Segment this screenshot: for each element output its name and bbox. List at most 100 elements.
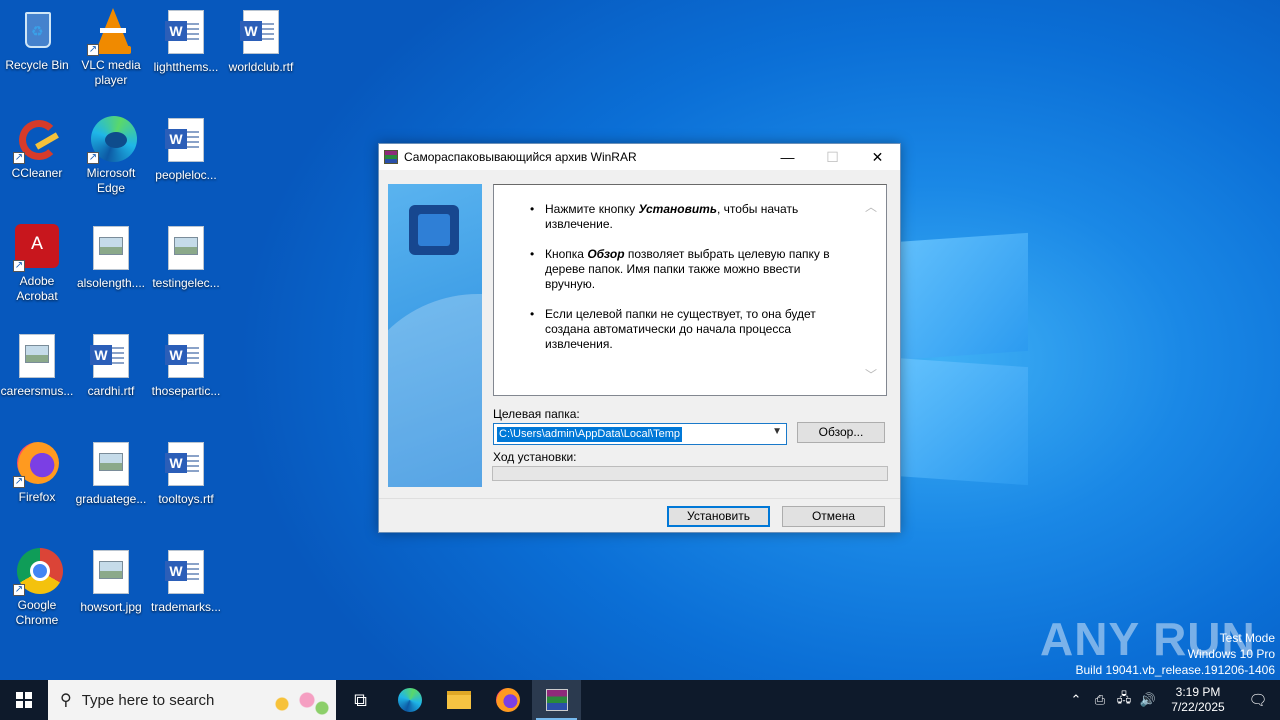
desktop-icon-thosepartic[interactable]: W thosepartic...	[149, 332, 223, 399]
scroll-down-icon[interactable]: ﹀	[865, 366, 877, 383]
taskbar-file-explorer[interactable]	[434, 680, 483, 720]
edge-icon	[397, 688, 422, 712]
ccleaner-icon: ↗	[13, 116, 61, 164]
clock-date: 7/22/2025	[1171, 700, 1225, 714]
desktop-icon-recycle-bin[interactable]: ♻ Recycle Bin	[0, 8, 74, 73]
shortcut-arrow-icon: ↗	[13, 260, 25, 272]
desktop-icon-cardhi[interactable]: W cardhi.rtf	[74, 332, 148, 399]
windows-wallpaper-logo-pane	[880, 232, 1028, 362]
desktop-icon-label: worldclub.rtf	[228, 60, 294, 74]
desktop-icon-tooltoys[interactable]: W tooltoys.rtf	[149, 440, 223, 507]
desktop-icon-label: thosepartic...	[151, 384, 221, 398]
instructions-panel[interactable]: Нажмите кнопку Установить, чтобы начать …	[493, 184, 887, 396]
clock[interactable]: 3:19 PM 7/22/2025	[1160, 685, 1236, 715]
shortcut-arrow-icon: ↗	[13, 584, 25, 596]
edge-icon: ↗	[87, 116, 137, 164]
firefox-icon: ↗	[13, 440, 61, 488]
image-file-icon	[87, 226, 135, 274]
acrobat-icon: ᴬ ↗	[13, 224, 61, 272]
shortcut-arrow-icon: ↗	[13, 152, 25, 164]
system-tray: ⌃ ⎙ 🖧 🔊 3:19 PM 7/22/2025 🗨	[1064, 680, 1280, 720]
target-folder-label: Целевая папка:	[493, 407, 580, 421]
desktop-icon-testingelec[interactable]: testingelec...	[149, 224, 223, 291]
task-view-icon: ⧉	[354, 689, 367, 710]
winrar-icon	[545, 689, 568, 711]
desktop-icon-alsolength[interactable]: alsolength....	[74, 224, 148, 291]
taskbar-search-box[interactable]: ⚲ Type here to search	[48, 680, 336, 720]
desktop-icon-label: Microsoft Edge	[86, 166, 136, 195]
install-button[interactable]: Установить	[667, 506, 770, 527]
word-document-icon: W	[162, 10, 210, 58]
target-folder-combobox[interactable]: C:\Users\admin\AppData\Local\Temp ▼	[493, 423, 787, 445]
desktop-icon-label: graduatege...	[75, 492, 147, 506]
desktop-icon-label: lightthems...	[153, 60, 219, 74]
desktop-icon-worldclub[interactable]: W worldclub.rtf	[224, 8, 298, 75]
shortcut-arrow-icon: ↗	[87, 44, 99, 56]
instruction-item: Если целевой папки не существует, то она…	[530, 307, 850, 352]
instruction-item: Нажмите кнопку Установить, чтобы начать …	[530, 202, 850, 232]
desktop-icon-label: peopleloc...	[155, 168, 217, 182]
start-button[interactable]	[0, 680, 48, 720]
watermark-line: Windows 10 Pro	[1187, 647, 1275, 661]
winrar-icon	[384, 150, 398, 164]
desktop-icon-google-chrome[interactable]: ↗ Google Chrome	[0, 548, 74, 628]
taskbar-firefox[interactable]	[483, 680, 532, 720]
browse-button[interactable]: Обзор...	[797, 422, 885, 443]
chrome-icon: ↗	[13, 548, 63, 596]
install-progress-bar	[492, 466, 888, 481]
image-file-icon	[13, 334, 61, 382]
word-document-icon: W	[237, 10, 285, 58]
volume-icon[interactable]: 🔊	[1136, 692, 1160, 708]
desktop-icon-adobe-acrobat[interactable]: ᴬ ↗ Adobe Acrobat	[0, 224, 74, 304]
desktop-icon-label: Adobe Acrobat	[16, 274, 58, 303]
windows-logo-icon	[16, 692, 32, 708]
desktop-icon-label: trademarks...	[150, 600, 222, 614]
instruction-item: Кнопка Обзор позволяет выбрать целевую п…	[530, 247, 850, 292]
close-button[interactable]: ✕	[855, 144, 900, 170]
vlc-icon: ↗	[87, 8, 135, 56]
target-folder-value[interactable]: C:\Users\admin\AppData\Local\Temp	[496, 426, 683, 443]
desktop-icon-vlc[interactable]: ↗ VLC media player	[74, 8, 148, 88]
image-file-icon	[87, 442, 135, 490]
watermark-line: Build 19041.vb_release.191206-1406	[1075, 663, 1276, 677]
desktop-icon-trademarks[interactable]: W trademarks...	[149, 548, 223, 615]
taskbar: ⚲ Type here to search ⧉ ⌃ ⎙ 🖧 🔊 3:19 PM …	[0, 680, 1280, 720]
winrar-sfx-dialog: Самораспаковывающийся архив WinRAR — ☐ ✕…	[378, 143, 901, 533]
winrar-logo-icon	[409, 205, 459, 255]
device-icon[interactable]: ⎙	[1088, 692, 1112, 708]
desktop-icon-label: careersmus...	[0, 384, 74, 398]
desktop-icon-label: CCleaner	[11, 166, 63, 180]
watermark-line: Test Mode	[1219, 631, 1275, 645]
desktop-icon-graduatege[interactable]: graduatege...	[74, 440, 148, 507]
taskbar-edge[interactable]	[385, 680, 434, 720]
notification-icon[interactable]: 🗨	[1236, 691, 1280, 709]
network-icon[interactable]: 🖧	[1112, 689, 1136, 711]
desktop-icon-label: cardhi.rtf	[87, 384, 135, 398]
desktop-icon-firefox[interactable]: ↗ Firefox	[0, 440, 74, 505]
desktop-icon-label: alsolength....	[76, 276, 146, 290]
desktop-icon-label: Recycle Bin	[5, 58, 69, 72]
progress-label: Ход установки:	[493, 450, 577, 464]
dialog-titlebar[interactable]: Самораспаковывающийся архив WinRAR — ☐ ✕	[379, 144, 900, 170]
desktop-icon-microsoft-edge[interactable]: ↗ Microsoft Edge	[74, 116, 148, 196]
word-document-icon: W	[162, 550, 210, 598]
desktop-icon-peopleloc[interactable]: W peopleloc...	[149, 116, 223, 183]
chevron-down-icon[interactable]: ▼	[772, 426, 782, 437]
desktop-icon-howsort[interactable]: howsort.jpg	[74, 548, 148, 615]
recycle-bin-icon: ♻	[13, 8, 61, 56]
taskbar-winrar[interactable]	[532, 680, 581, 720]
desktop-icon-label: howsort.jpg	[80, 600, 142, 614]
desktop-icon-lightthems[interactable]: W lightthems...	[149, 8, 223, 75]
search-placeholder: Type here to search	[81, 691, 215, 709]
chevron-up-icon[interactable]: ⌃	[1064, 692, 1088, 708]
search-icon: ⚲	[60, 692, 72, 709]
scroll-up-icon[interactable]: ︿	[865, 198, 877, 215]
word-document-icon: W	[87, 334, 135, 382]
desktop-icon-ccleaner[interactable]: ↗ CCleaner	[0, 116, 74, 181]
word-document-icon: W	[162, 334, 210, 382]
cancel-button[interactable]: Отмена	[782, 506, 885, 527]
image-file-icon	[87, 550, 135, 598]
desktop-icon-careersmus[interactable]: careersmus...	[0, 332, 74, 399]
minimize-button[interactable]: —	[765, 144, 810, 170]
task-view-button[interactable]: ⧉	[336, 680, 385, 720]
